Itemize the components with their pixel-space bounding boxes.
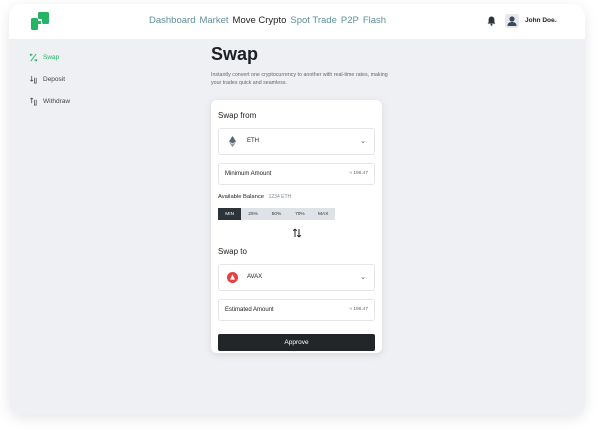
swap-icon xyxy=(29,52,38,62)
sidebar-item-label: Withdraw xyxy=(43,97,71,105)
percent-50-button[interactable]: 50% xyxy=(264,208,289,220)
available-balance: Available Balance 1234 ETH xyxy=(218,194,291,200)
minimum-amount-value: ≈ 198.47 xyxy=(349,171,368,176)
user-icon xyxy=(507,16,517,26)
user-name[interactable]: John Doe xyxy=(525,17,555,24)
nav-move-crypto[interactable]: Move Crypto xyxy=(233,15,287,26)
logo-icon[interactable] xyxy=(31,12,49,30)
nav-flash[interactable]: Flash xyxy=(363,15,386,26)
approve-button[interactable]: Approve xyxy=(218,334,375,351)
swap-from-coin: ETH xyxy=(247,138,259,144)
avatar[interactable] xyxy=(505,14,519,28)
swap-from-select[interactable]: ETH ⌄ xyxy=(218,128,375,155)
sidebar-item-withdraw[interactable]: Withdraw xyxy=(29,90,70,112)
available-balance-label: Available Balance xyxy=(218,194,264,200)
minimum-amount-field[interactable]: Minimum Amount ≈ 198.47 xyxy=(218,163,375,185)
sidebar-item-deposit[interactable]: Deposit xyxy=(29,68,70,90)
percent-max-button[interactable]: MAX xyxy=(311,208,335,220)
percent-min-button[interactable]: MIN xyxy=(218,208,242,220)
nav-dashboard[interactable]: Dashboard xyxy=(149,15,195,26)
sidebar-item-label: Deposit xyxy=(43,75,66,83)
avax-icon xyxy=(227,272,238,283)
swap-from-label: Swap from xyxy=(218,111,257,120)
available-balance-value: 1234 ETH xyxy=(268,194,292,200)
swap-to-label: Swap to xyxy=(218,247,247,256)
minimum-amount-label: Minimum Amount xyxy=(225,171,272,177)
chevron-down-icon: ⌄ xyxy=(360,138,366,145)
sidebar-item-swap[interactable]: Swap xyxy=(29,46,70,68)
sidebar: Swap Deposit Withdraw xyxy=(29,46,70,112)
chevron-down-icon: ⌄ xyxy=(360,274,366,281)
estimated-amount-field: Estimated Amount ≈ 198.47 xyxy=(218,299,375,321)
percent-25-button[interactable]: 25% xyxy=(241,208,265,220)
bell-icon[interactable] xyxy=(487,16,496,26)
estimated-amount-value: ≈ 198.47 xyxy=(349,307,368,312)
percent-selector: MIN 25% 50% 70% MAX xyxy=(218,208,335,220)
estimated-amount-label: Estimated Amount xyxy=(225,307,274,313)
sidebar-item-label: Swap xyxy=(43,53,60,61)
main-nav: Dashboard Market Move Crypto Spot Trade … xyxy=(149,15,386,26)
app-window: Dashboard Market Move Crypto Spot Trade … xyxy=(9,4,585,414)
nav-p2p[interactable]: P2P xyxy=(341,15,359,26)
chevron-down-icon[interactable]: ⌄ xyxy=(553,17,558,24)
eth-icon xyxy=(229,136,236,147)
deposit-icon xyxy=(30,75,37,84)
swap-direction-icon[interactable] xyxy=(292,227,302,239)
top-navigation-bar: Dashboard Market Move Crypto Spot Trade … xyxy=(9,4,585,39)
nav-spot-trade[interactable]: Spot Trade xyxy=(290,15,336,26)
swap-to-select[interactable]: AVAX ⌄ xyxy=(218,264,375,291)
withdraw-icon xyxy=(30,97,37,106)
page-title: Swap xyxy=(211,44,259,64)
swap-card: Swap from ETH ⌄ Minimum Amount ≈ 198.47 … xyxy=(211,100,382,353)
percent-70-button[interactable]: 70% xyxy=(288,208,312,220)
nav-market[interactable]: Market xyxy=(199,15,228,26)
swap-to-coin: AVAX xyxy=(247,274,263,280)
page-description: Instantly convert one cryptocurrency to … xyxy=(211,72,388,86)
